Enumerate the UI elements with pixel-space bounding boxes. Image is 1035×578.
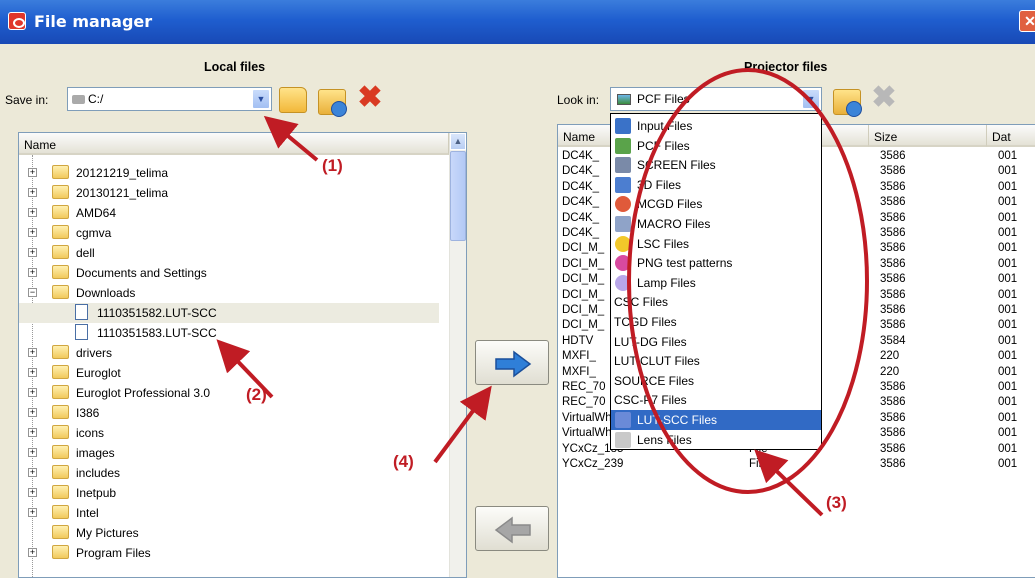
annotation-label-2: (2): [246, 385, 267, 404]
annotation-label-3: (3): [826, 493, 847, 512]
dropdown-highlight-ellipse: [627, 68, 869, 494]
annotation-label-1: (1): [322, 156, 343, 175]
annotation-arrow-4: [433, 385, 492, 464]
annotation-arrow-3: [754, 449, 824, 517]
annotation-label-4: (4): [393, 452, 414, 471]
annotation-arrow-1: [263, 115, 319, 162]
annotation-overlay: [216, 68, 869, 517]
